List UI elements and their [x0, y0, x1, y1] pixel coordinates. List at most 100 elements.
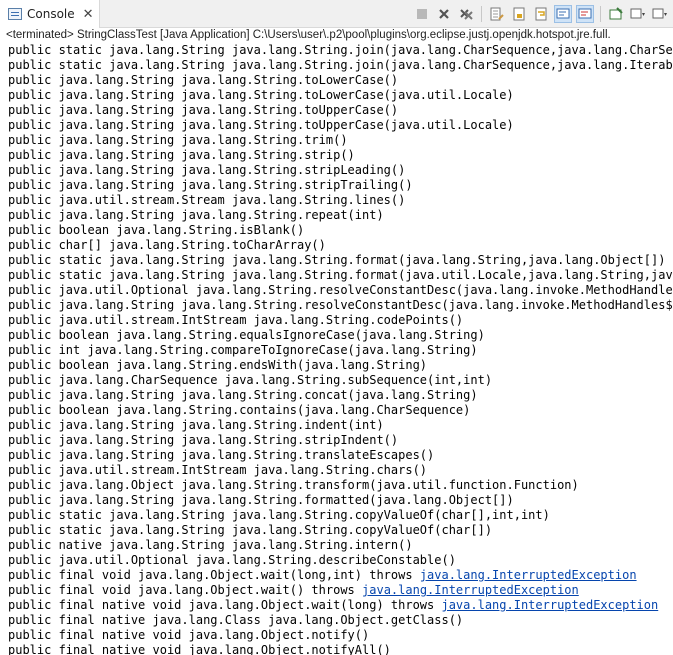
- console-line-text: public boolean java.lang.String.isBlank(…: [8, 223, 305, 237]
- console-line-text: public java.lang.String java.lang.String…: [8, 298, 673, 312]
- console-line-text: public final native void java.lang.Objec…: [8, 628, 370, 642]
- console-line-text: public static java.lang.String java.lang…: [8, 508, 550, 522]
- console-line: public java.lang.String java.lang.String…: [8, 73, 398, 88]
- console-line-text: public java.lang.String java.lang.String…: [8, 418, 384, 432]
- console-line-text: public static java.lang.String java.lang…: [8, 268, 673, 282]
- console-line-text: public java.lang.Object java.lang.String…: [8, 478, 579, 492]
- console-line: public java.util.stream.Stream java.lang…: [8, 193, 405, 208]
- console-line-text: public java.lang.String java.lang.String…: [8, 103, 399, 117]
- console-line-text: public static java.lang.String java.lang…: [8, 43, 673, 57]
- exception-link[interactable]: java.lang.InterruptedException: [441, 598, 658, 612]
- console-line: public java.lang.String java.lang.String…: [8, 388, 478, 403]
- console-line-text: public java.lang.String java.lang.String…: [8, 133, 348, 147]
- console-line: public final void java.lang.Object.wait(…: [8, 568, 637, 583]
- show-console-on-output-icon[interactable]: [554, 5, 572, 23]
- console-line: public static java.lang.String java.lang…: [8, 268, 673, 283]
- console-line-text: public final native void java.lang.Objec…: [8, 598, 442, 612]
- console-output[interactable]: public static java.lang.String java.lang…: [0, 40, 673, 655]
- console-line-text: public java.lang.String java.lang.String…: [8, 433, 399, 447]
- console-line: public final native java.lang.Class java…: [8, 613, 463, 628]
- console-line: public static java.lang.String java.lang…: [8, 523, 492, 538]
- console-line-text: public java.lang.String java.lang.String…: [8, 178, 413, 192]
- console-line: public java.lang.Object java.lang.String…: [8, 478, 579, 493]
- toolbar-separator: [600, 6, 601, 22]
- console-line-text: public static java.lang.String java.lang…: [8, 253, 666, 267]
- scroll-lock-icon[interactable]: [510, 5, 528, 23]
- console-line-text: public java.lang.String java.lang.String…: [8, 118, 514, 132]
- console-line: public final void java.lang.Object.wait(…: [8, 583, 579, 598]
- console-line-text: public java.lang.String java.lang.String…: [8, 73, 399, 87]
- console-line-text: public java.lang.String java.lang.String…: [8, 88, 514, 102]
- console-line: public java.lang.String java.lang.String…: [8, 163, 405, 178]
- console-line: public static java.lang.String java.lang…: [8, 253, 665, 268]
- console-line: public java.lang.String java.lang.String…: [8, 178, 413, 193]
- console-line-text: public java.util.stream.Stream java.lang…: [8, 193, 406, 207]
- exception-link[interactable]: java.lang.InterruptedException: [362, 583, 579, 597]
- console-line-text: public boolean java.lang.String.endsWith…: [8, 358, 428, 372]
- console-line-text: public java.util.stream.IntStream java.l…: [8, 463, 428, 477]
- console-line: public java.lang.String java.lang.String…: [8, 133, 348, 148]
- console-line-text: public final void java.lang.Object.wait(…: [8, 583, 363, 597]
- console-line-text: public java.util.Optional java.lang.Stri…: [8, 553, 456, 567]
- pin-console-icon[interactable]: [607, 5, 625, 23]
- word-wrap-icon[interactable]: [532, 5, 550, 23]
- remove-launch-icon[interactable]: [435, 5, 453, 23]
- console-line: public java.lang.CharSequence java.lang.…: [8, 373, 492, 388]
- console-tab-bar: Console ✕: [0, 0, 673, 28]
- close-icon[interactable]: ✕: [83, 8, 94, 21]
- tab-console[interactable]: Console ✕: [0, 0, 100, 28]
- console-line: public char[] java.lang.String.toCharArr…: [8, 238, 326, 253]
- terminate-icon[interactable]: [413, 5, 431, 23]
- console-line-text: public java.lang.String java.lang.String…: [8, 148, 355, 162]
- console-toolbar: [413, 4, 669, 24]
- console-line-text: public int java.lang.String.compareToIgn…: [8, 343, 478, 357]
- console-line: public boolean java.lang.String.contains…: [8, 403, 470, 418]
- console-line: public java.util.Optional java.lang.Stri…: [8, 283, 673, 298]
- console-line-text: public boolean java.lang.String.contains…: [8, 403, 471, 417]
- console-line: public java.lang.String java.lang.String…: [8, 208, 384, 223]
- console-line: public java.lang.String java.lang.String…: [8, 493, 514, 508]
- console-line: public static java.lang.String java.lang…: [8, 43, 673, 58]
- console-line-text: public java.lang.CharSequence java.lang.…: [8, 373, 493, 387]
- console-line: public java.lang.String java.lang.String…: [8, 298, 673, 313]
- console-line: public java.lang.String java.lang.String…: [8, 103, 398, 118]
- console-line: public java.util.stream.IntStream java.l…: [8, 313, 463, 328]
- console-line: public java.util.stream.IntStream java.l…: [8, 463, 427, 478]
- console-line: public java.lang.String java.lang.String…: [8, 118, 514, 133]
- console-line: public boolean java.lang.String.isBlank(…: [8, 223, 304, 238]
- console-line: public final native void java.lang.Objec…: [8, 643, 391, 655]
- open-console-icon[interactable]: [651, 5, 669, 23]
- console-line: public boolean java.lang.String.equalsIg…: [8, 328, 485, 343]
- console-line: public java.lang.String java.lang.String…: [8, 433, 398, 448]
- console-line-text: public boolean java.lang.String.equalsIg…: [8, 328, 485, 342]
- show-console-on-error-icon[interactable]: [576, 5, 594, 23]
- console-line-text: public static java.lang.String java.lang…: [8, 58, 673, 72]
- console-line-text: public java.lang.String java.lang.String…: [8, 493, 514, 507]
- console-line: public boolean java.lang.String.endsWith…: [8, 358, 427, 373]
- console-line-text: public java.lang.String java.lang.String…: [8, 208, 384, 222]
- console-line: public java.lang.String java.lang.String…: [8, 448, 434, 463]
- console-line: public static java.lang.String java.lang…: [8, 508, 550, 523]
- console-line-text: public static java.lang.String java.lang…: [8, 523, 493, 537]
- console-line-text: public final native void java.lang.Objec…: [8, 643, 391, 655]
- console-line-text: public final void java.lang.Object.wait(…: [8, 568, 420, 582]
- remove-all-terminated-icon[interactable]: [457, 5, 475, 23]
- display-selected-console-icon[interactable]: [629, 5, 647, 23]
- tab-console-label: Console: [27, 7, 75, 21]
- exception-link[interactable]: java.lang.InterruptedException: [420, 568, 637, 582]
- console-line: public java.lang.String java.lang.String…: [8, 88, 514, 103]
- console-line-text: public char[] java.lang.String.toCharArr…: [8, 238, 326, 252]
- console-line-text: public final native java.lang.Class java…: [8, 613, 464, 627]
- console-line: public java.lang.String java.lang.String…: [8, 148, 355, 163]
- console-line-text: public native java.lang.String java.lang…: [8, 538, 413, 552]
- console-line-text: public java.util.stream.IntStream java.l…: [8, 313, 464, 327]
- console-icon: [8, 8, 22, 20]
- clear-console-icon[interactable]: [488, 5, 506, 23]
- toolbar-separator: [481, 6, 482, 22]
- console-line: public java.util.Optional java.lang.Stri…: [8, 553, 456, 568]
- console-line-text: public java.lang.String java.lang.String…: [8, 448, 435, 462]
- console-line: public final native void java.lang.Objec…: [8, 628, 369, 643]
- console-line-text: public java.util.Optional java.lang.Stri…: [8, 283, 673, 297]
- console-line: public java.lang.String java.lang.String…: [8, 418, 384, 433]
- console-line: public final native void java.lang.Objec…: [8, 598, 658, 613]
